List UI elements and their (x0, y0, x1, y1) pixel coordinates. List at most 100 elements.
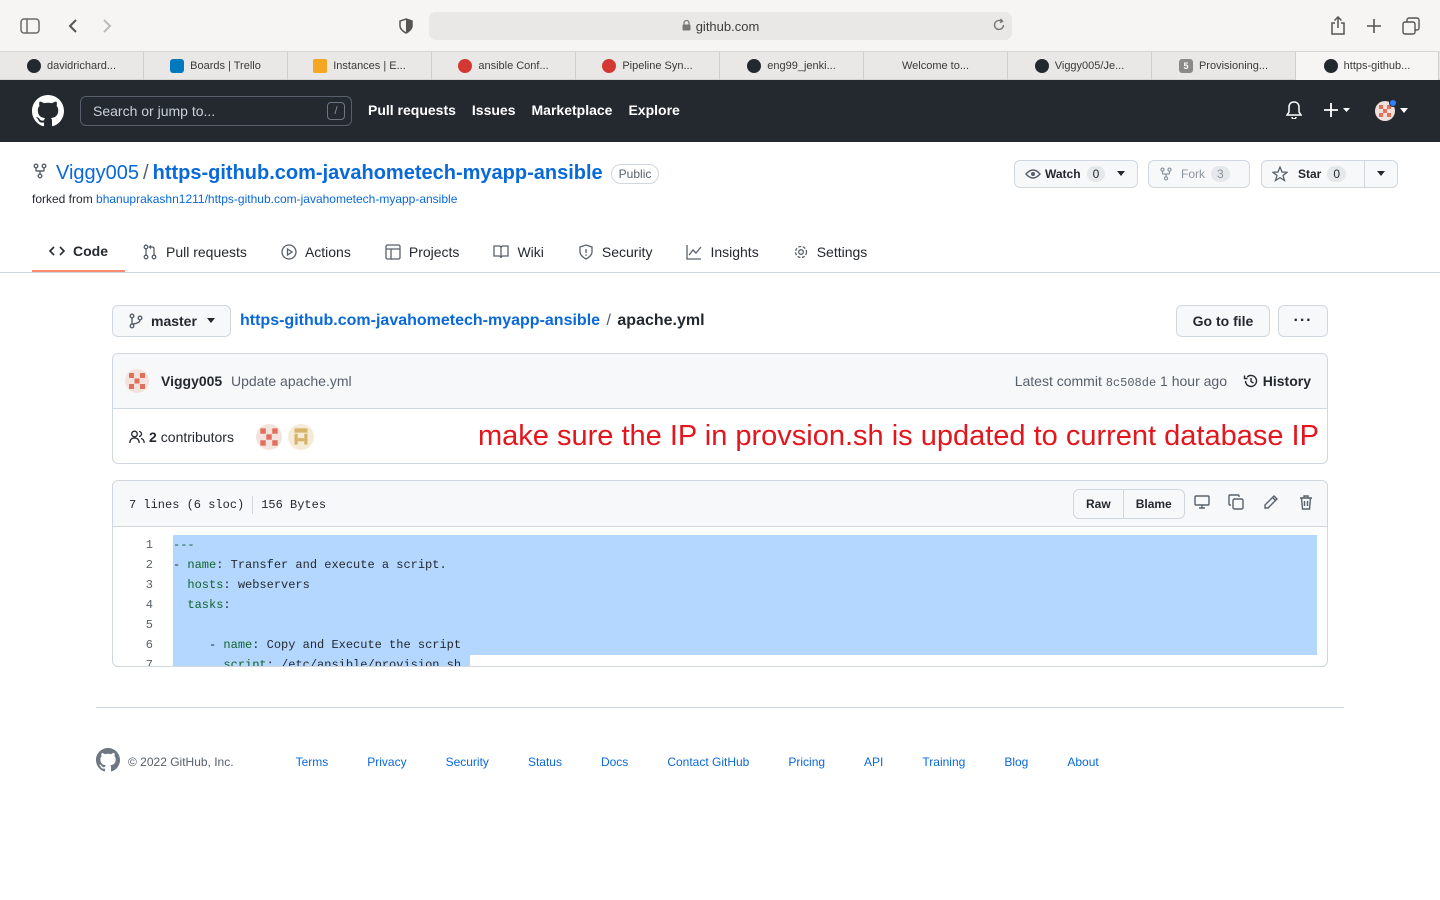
browser-tab[interactable]: Pipeline Syn... (576, 52, 720, 80)
share-icon[interactable] (1325, 13, 1351, 39)
commit-author-avatar[interactable] (125, 369, 149, 393)
star-button[interactable]: Star 0 (1261, 160, 1365, 188)
new-tab-icon[interactable] (1361, 13, 1387, 39)
footer-link-security[interactable]: Security (446, 755, 489, 769)
table-icon (385, 244, 401, 260)
blame-button[interactable]: Blame (1122, 490, 1184, 518)
commit-sha-link[interactable]: 8c508de (1106, 376, 1156, 390)
github-header: Search or jump to... / Pull requests Iss… (0, 80, 1440, 142)
repo-name-link[interactable]: https-github.com-javahometech-myapp-ansi… (153, 162, 603, 185)
file-stats: 7 lines (6 sloc) 156 Bytes (129, 496, 326, 514)
footer-link-docs[interactable]: Docs (601, 755, 628, 769)
breadcrumb-repo-link[interactable]: https-github.com-javahometech-myapp-ansi… (240, 312, 600, 329)
line-number[interactable]: 7 (113, 655, 163, 666)
watch-count: 0 (1086, 166, 1106, 182)
branch-name: master (151, 313, 197, 329)
file-size: 156 Bytes (261, 498, 327, 512)
desktop-icon[interactable] (1194, 494, 1210, 514)
tab-settings[interactable]: Settings (776, 232, 885, 272)
line-number[interactable]: 5 (113, 615, 163, 635)
github-footer-logo-icon[interactable] (96, 748, 120, 775)
line-number[interactable]: 2 (113, 555, 163, 575)
header-actions (1285, 100, 1408, 122)
footer-link-blog[interactable]: Blog (1004, 755, 1028, 769)
browser-tab-active[interactable]: https-github... (1296, 52, 1439, 80)
footer-link-pricing[interactable]: Pricing (788, 755, 825, 769)
sidebar-toggle-icon[interactable] (17, 13, 43, 39)
branch-select[interactable]: master (112, 305, 231, 337)
forward-icon[interactable] (94, 13, 120, 39)
nav-pull-requests[interactable]: Pull requests (368, 102, 456, 118)
tab-label: Actions (304, 244, 351, 260)
footer-copyright: © 2022 GitHub, Inc. (128, 754, 234, 769)
tab-insights[interactable]: Insights (669, 232, 775, 272)
commit-author-link[interactable]: Viggy005 (161, 373, 222, 389)
footer-link-contact[interactable]: Contact GitHub (667, 755, 749, 769)
search-input[interactable]: Search or jump to... / (80, 96, 352, 126)
nav-marketplace[interactable]: Marketplace (532, 102, 613, 118)
browser-tab[interactable]: Viggy005/Je... (1008, 52, 1152, 80)
fork-button[interactable]: Fork 3 (1148, 160, 1250, 188)
tab-label: ansible Conf... (478, 60, 549, 72)
raw-button[interactable]: Raw (1074, 490, 1123, 518)
pencil-icon[interactable] (1263, 494, 1279, 514)
contributor-avatar[interactable] (256, 424, 282, 450)
trash-icon[interactable] (1298, 494, 1314, 514)
address-url: github.com (695, 18, 760, 34)
history-icon (1243, 374, 1257, 388)
star-list-dropdown[interactable] (1364, 160, 1398, 188)
forked-prefix: forked from (32, 192, 93, 206)
repo-owner-link[interactable]: Viggy005 (56, 162, 139, 185)
line-number[interactable]: 6 (113, 635, 163, 655)
browser-tab[interactable]: Welcome to... (864, 52, 1008, 80)
browser-tab[interactable]: eng99_jenki... (720, 52, 864, 80)
reload-icon[interactable] (992, 18, 1006, 35)
tab-overview-icon[interactable] (1398, 13, 1424, 39)
footer-divider (96, 707, 1344, 708)
avatar-menu[interactable] (1374, 100, 1408, 122)
tab-code[interactable]: Code (32, 232, 125, 272)
browser-tab[interactable]: Instances | E... (288, 52, 432, 80)
tab-security[interactable]: Security (561, 232, 670, 272)
address-bar[interactable]: github.com (429, 12, 1012, 40)
privacy-shield-icon[interactable] (393, 13, 419, 39)
nav-issues[interactable]: Issues (472, 102, 516, 118)
browser-tab[interactable]: ansible Conf... (432, 52, 576, 80)
bell-icon[interactable] (1285, 100, 1303, 122)
history-link[interactable]: History (1243, 373, 1311, 389)
footer-link-status[interactable]: Status (528, 755, 562, 769)
contributors-link[interactable]: 2 contributors (129, 429, 234, 445)
go-to-file-button[interactable]: Go to file (1176, 305, 1270, 337)
contributor-avatar[interactable] (288, 424, 314, 450)
footer-link-about[interactable]: About (1067, 755, 1098, 769)
forked-from-link[interactable]: bhanuprakashn1211/https-github.com-javah… (96, 192, 457, 206)
footer-link-terms[interactable]: Terms (296, 755, 329, 769)
lock-icon (682, 19, 691, 34)
nav-explore[interactable]: Explore (628, 102, 679, 118)
browser-tab[interactable]: davidrichard... (0, 52, 144, 80)
tab-wiki[interactable]: Wiki (476, 232, 560, 272)
back-icon[interactable] (60, 13, 86, 39)
annotation-note: make sure the IP in provsion.sh is updat… (478, 420, 1319, 452)
commit-message-link[interactable]: Update apache.yml (231, 373, 352, 389)
browser-tab[interactable]: 5 Provisioning... (1152, 52, 1296, 80)
github-logo-icon[interactable] (32, 95, 64, 130)
commit-row: Viggy005 Update apache.yml Latest commit… (113, 354, 1327, 409)
footer-link-training[interactable]: Training (922, 755, 965, 769)
line-number[interactable]: 4 (113, 595, 163, 615)
copy-icon[interactable] (1228, 494, 1244, 514)
footer-link-api[interactable]: API (864, 755, 883, 769)
more-options-button[interactable]: ··· (1278, 305, 1328, 337)
footer-link-privacy[interactable]: Privacy (367, 755, 406, 769)
footer: © 2022 GitHub, Inc. Terms Privacy Securi… (96, 748, 1138, 775)
tab-actions[interactable]: Actions (264, 232, 368, 272)
line-number[interactable]: 3 (113, 575, 163, 595)
line-number[interactable]: 1 (113, 535, 163, 555)
browser-tab[interactable]: Boards | Trello (144, 52, 288, 80)
watch-button[interactable]: Watch 0 (1014, 160, 1138, 188)
create-new-icon[interactable] (1324, 102, 1352, 121)
tab-label: davidrichard... (46, 60, 117, 72)
breadcrumb-filename: apache.yml (617, 312, 705, 329)
tab-projects[interactable]: Projects (368, 232, 477, 272)
tab-pull-requests[interactable]: Pull requests (125, 232, 264, 272)
